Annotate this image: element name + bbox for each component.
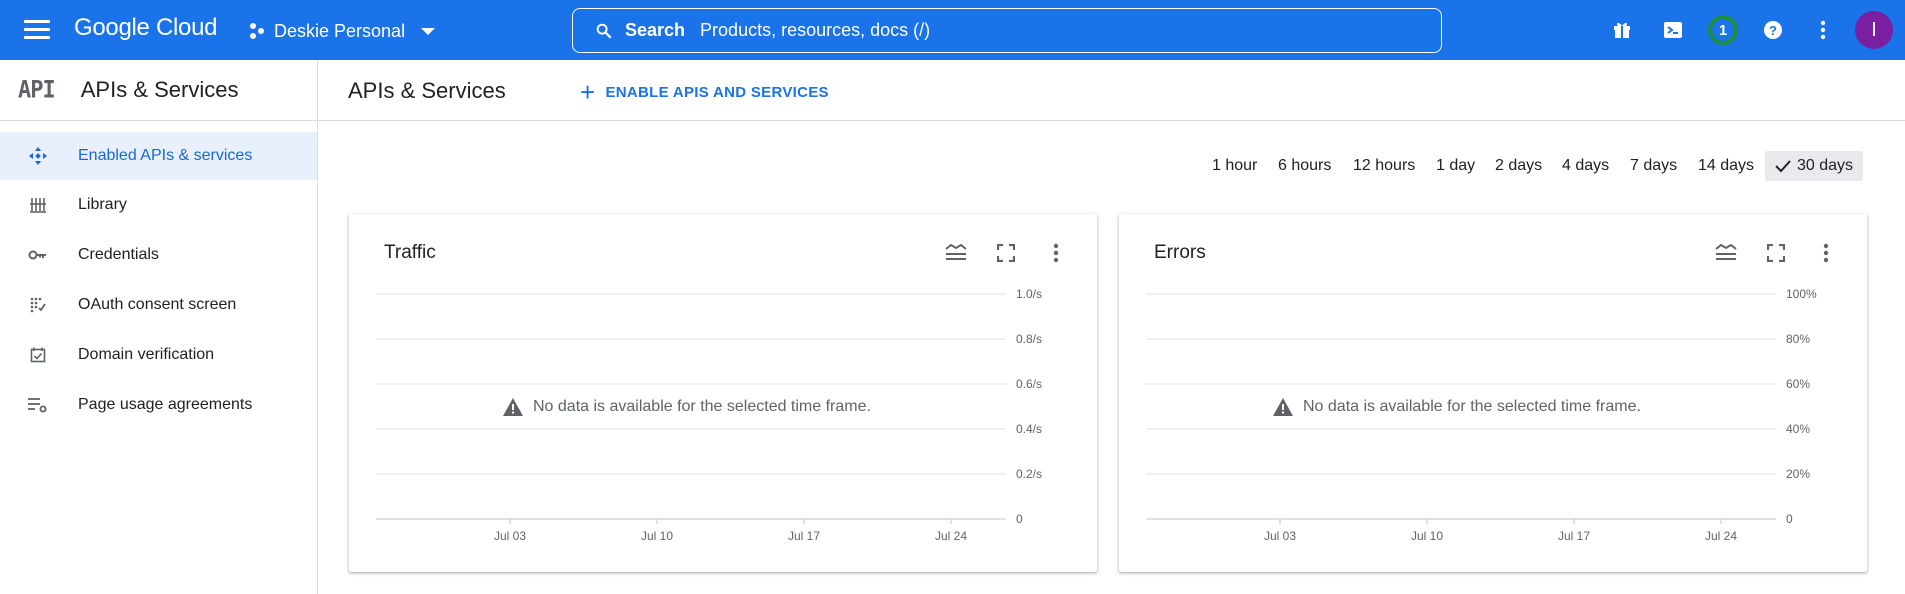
sidebar-item-enabled-apis[interactable]: Enabled APIs & services <box>0 132 317 180</box>
google-cloud-logo[interactable]: Google Cloud <box>74 14 217 42</box>
y-tick-label: 60% <box>1786 377 1810 391</box>
x-tick-label: Jul 03 <box>494 529 526 543</box>
top-app-bar: Google Cloud Deskie Personal Search Prod… <box>0 0 1905 60</box>
library-icon <box>26 193 50 217</box>
sidebar-item-page-usage[interactable]: Page usage agreements <box>0 381 317 429</box>
y-tick-label: 80% <box>1786 332 1810 346</box>
no-data-text: No data is available for the selected ti… <box>1303 398 1641 415</box>
warning-icon <box>1273 398 1293 416</box>
y-tick-label: 0 <box>1786 512 1793 526</box>
no-data-message: No data is available for the selected ti… <box>1273 398 1641 416</box>
x-tick-label: Jul 03 <box>1264 529 1296 543</box>
enable-apis-button[interactable]: + ENABLE APIS AND SERVICES <box>580 77 829 107</box>
errors-chart: 100% 80% 60% 40% 20% 0 Jul 03 Jul 10 Jul 17 Jul 2… <box>1146 287 1817 543</box>
sidebar-item-domain-verification[interactable]: Domain verification <box>0 331 317 379</box>
dropdown-caret-icon <box>421 27 436 35</box>
enable-apis-label: ENABLE APIS AND SERVICES <box>605 83 829 101</box>
x-tick-label: Jul 17 <box>788 529 820 543</box>
fullscreen-icon[interactable] <box>1763 240 1789 266</box>
warning-icon <box>503 398 523 416</box>
page-title: APIs & Services <box>348 78 506 103</box>
api-logo: API <box>18 76 56 104</box>
notification-badge[interactable]: 1 <box>1708 15 1738 45</box>
time-range-30-days[interactable]: 30 days <box>1765 151 1864 181</box>
sidebar-title: APIs & Services <box>80 77 239 102</box>
x-tick-label: Jul 17 <box>1558 529 1590 543</box>
sidebar-header: API APIs & Services <box>0 60 317 121</box>
search-input[interactable]: Products, resources, docs (/) <box>700 20 930 41</box>
sidebar: API APIs & Services Enabled APIs & servi… <box>0 60 318 594</box>
check-icon <box>1775 160 1791 173</box>
sidebar-item-oauth[interactable]: OAuth consent screen <box>0 281 317 329</box>
svg-text:?: ? <box>1769 23 1777 38</box>
key-icon <box>26 243 50 267</box>
sidebar-item-label: Enabled APIs & services <box>78 147 253 164</box>
card-title: Errors <box>1154 242 1206 263</box>
card-title: Traffic <box>384 242 436 263</box>
notification-count: 1 <box>1712 19 1734 41</box>
main-header: APIs & Services + ENABLE APIS AND SERVIC… <box>318 60 1905 121</box>
traffic-card: 1.0/s 0.8/s 0.6/s 0.4/s 0.2/s 0 Jul 03 Jul 10 Ju… <box>349 214 1097 572</box>
menu-icon[interactable] <box>22 17 52 43</box>
y-tick-label: 40% <box>1786 422 1810 436</box>
sidebar-item-library[interactable]: Library <box>0 181 317 229</box>
legend-toggle-icon[interactable] <box>1713 240 1739 266</box>
time-range-7-days[interactable]: 7 days <box>1624 151 1683 181</box>
more-vert-icon[interactable] <box>1813 240 1839 266</box>
avatar[interactable]: I <box>1855 11 1893 49</box>
search-label: Search <box>625 20 686 40</box>
time-range-1-hour[interactable]: 1 hour <box>1206 151 1263 181</box>
help-icon[interactable]: ? <box>1758 15 1788 45</box>
checkbox-icon <box>26 343 50 367</box>
search-icon <box>596 23 612 39</box>
y-tick-label: 20% <box>1786 467 1810 481</box>
oauth-icon <box>26 293 50 317</box>
x-tick-label: Jul 24 <box>1705 529 1737 543</box>
time-range-6-hours[interactable]: 6 hours <box>1272 151 1337 181</box>
sidebar-item-label: Page usage agreements <box>78 396 253 413</box>
time-range-1-day[interactable]: 1 day <box>1430 151 1481 181</box>
cloud-shell-icon[interactable] <box>1658 15 1688 45</box>
no-data-text: No data is available for the selected ti… <box>533 398 871 415</box>
settings-list-icon <box>26 393 50 417</box>
fullscreen-icon[interactable] <box>993 240 1019 266</box>
time-range-2-days[interactable]: 2 days <box>1489 151 1548 181</box>
y-tick-label: 0 <box>1016 512 1023 526</box>
legend-toggle-icon[interactable] <box>943 240 969 266</box>
time-range-30-days-label: 30 days <box>1797 157 1854 174</box>
project-name: Deskie Personal <box>274 20 406 41</box>
search-bar[interactable]: Search Products, resources, docs (/) <box>572 8 1442 53</box>
sidebar-item-label: Library <box>78 196 127 213</box>
no-data-message: No data is available for the selected ti… <box>503 398 871 416</box>
traffic-chart: 1.0/s 0.8/s 0.6/s 0.4/s 0.2/s 0 Jul 03 Jul 10 Ju… <box>376 287 1042 543</box>
sidebar-item-label: OAuth consent screen <box>78 296 237 313</box>
sidebar-item-label: Domain verification <box>78 346 215 363</box>
y-tick-label: 0.8/s <box>1016 332 1042 346</box>
y-tick-label: 0.4/s <box>1016 422 1042 436</box>
x-tick-label: Jul 24 <box>935 529 967 543</box>
y-tick-label: 0.2/s <box>1016 467 1042 481</box>
x-tick-label: Jul 10 <box>1411 529 1443 543</box>
errors-card: 100% 80% 60% 40% 20% 0 Jul 03 Jul 10 Jul 17 Jul 2… <box>1119 214 1867 572</box>
more-vert-icon[interactable] <box>1043 240 1069 266</box>
y-tick-label: 1.0/s <box>1016 287 1042 301</box>
plus-icon: + <box>580 77 596 107</box>
time-range-12-hours[interactable]: 12 hours <box>1347 151 1421 181</box>
sidebar-item-credentials[interactable]: Credentials <box>0 231 317 279</box>
enabled-apis-icon <box>26 144 50 168</box>
sidebar-item-label: Credentials <box>78 246 159 263</box>
more-vert-icon[interactable] <box>1808 15 1838 45</box>
time-range-4-days[interactable]: 4 days <box>1556 151 1615 181</box>
gift-icon[interactable] <box>1607 15 1637 45</box>
time-range-14-days[interactable]: 14 days <box>1692 151 1760 181</box>
x-tick-label: Jul 10 <box>641 529 673 543</box>
y-tick-label: 100% <box>1786 287 1817 301</box>
project-picker[interactable]: Deskie Personal <box>248 17 436 45</box>
y-tick-label: 0.6/s <box>1016 377 1042 391</box>
project-hub-icon <box>250 23 264 39</box>
